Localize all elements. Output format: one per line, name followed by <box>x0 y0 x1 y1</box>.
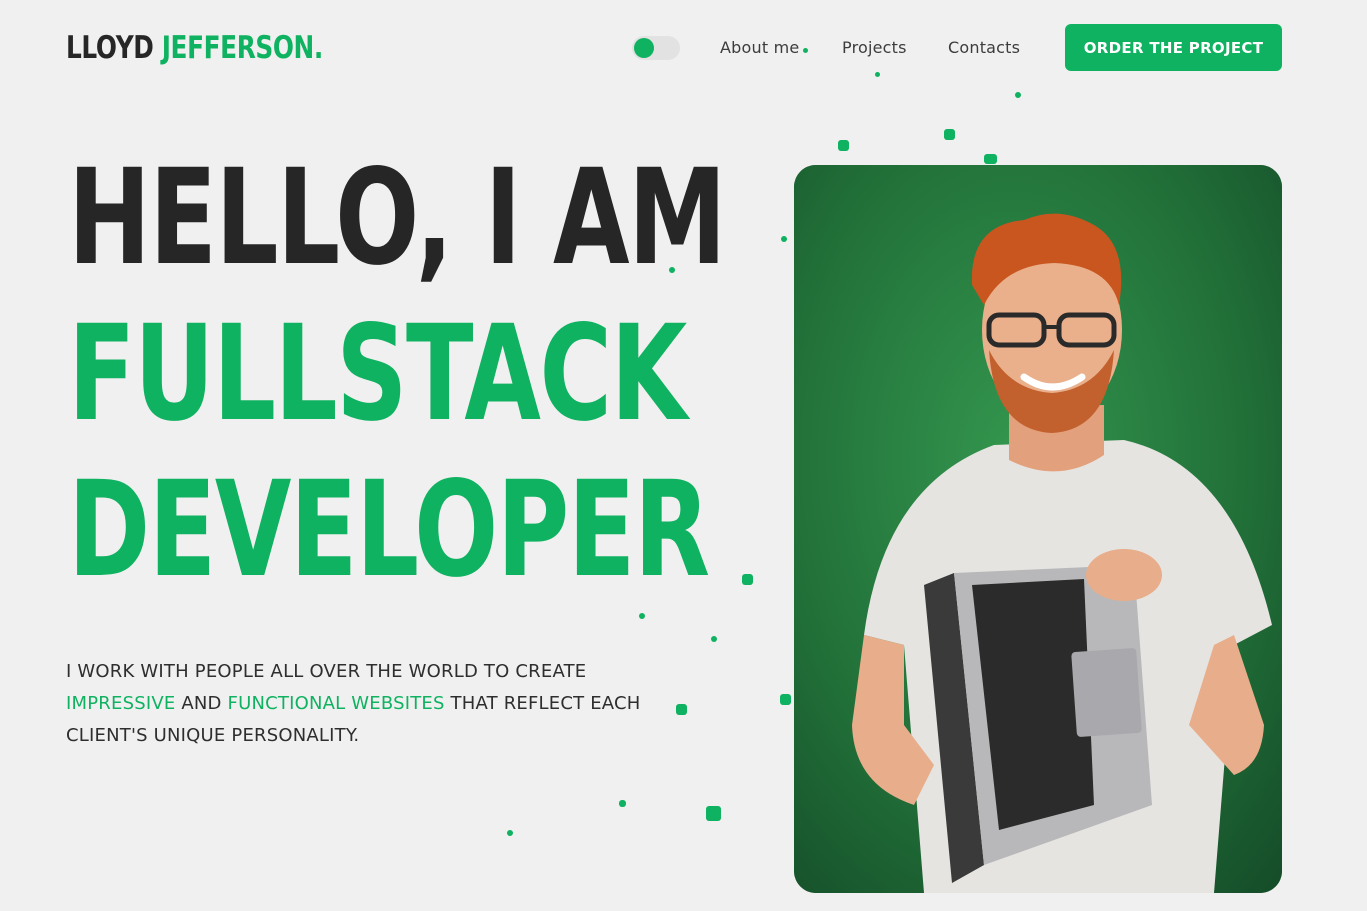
page: LLOYD JEFFERSON. About me Projects Conta… <box>0 0 1367 911</box>
logo-last-name: JEFFERSON. <box>161 30 324 66</box>
hero-headline-line-2: FULLSTACK <box>68 297 687 451</box>
decor-particle <box>706 806 721 821</box>
decor-particle <box>742 574 753 585</box>
decor-particle <box>875 72 880 77</box>
developer-photo <box>794 165 1282 893</box>
theme-toggle[interactable] <box>632 36 680 60</box>
tagline-highlight-impressive: IMPRESSIVE <box>66 693 176 714</box>
decor-particle <box>669 267 675 273</box>
nav-contacts[interactable]: Contacts <box>948 38 1020 57</box>
decor-particle <box>1015 92 1021 98</box>
tagline-highlight-functional-websites: FUNCTIONAL WEBSITES <box>227 693 445 714</box>
decor-particle <box>944 129 955 140</box>
hero-tagline: I WORK WITH PEOPLE ALL OVER THE WORLD TO… <box>66 656 666 752</box>
decor-particle <box>619 800 626 807</box>
tagline-text-2: AND <box>181 693 222 714</box>
decor-particle <box>676 704 687 715</box>
decor-particle <box>781 236 787 242</box>
logo[interactable]: LLOYD JEFFERSON. <box>66 32 323 64</box>
nav-about-me[interactable]: About me <box>720 38 799 57</box>
decor-particle <box>780 694 791 705</box>
hero-headline-line-1: HELLO, I AM <box>68 141 727 295</box>
toggle-switch-icon <box>634 38 654 58</box>
nav-projects[interactable]: Projects <box>842 38 907 57</box>
logo-first-name: LLOYD <box>66 30 154 66</box>
decor-particle <box>711 636 717 642</box>
decor-particle <box>838 140 849 151</box>
decor-particle <box>803 48 808 53</box>
order-project-button[interactable]: ORDER THE PROJECT <box>1065 24 1282 71</box>
decor-particle <box>984 154 997 164</box>
tagline-text-1: I WORK WITH PEOPLE ALL OVER THE WORLD TO… <box>66 661 587 682</box>
hero-headline-line-3: DEVELOPER <box>68 453 710 607</box>
decor-particle <box>639 613 645 619</box>
decor-particle <box>507 830 513 836</box>
developer-illustration <box>794 165 1282 893</box>
